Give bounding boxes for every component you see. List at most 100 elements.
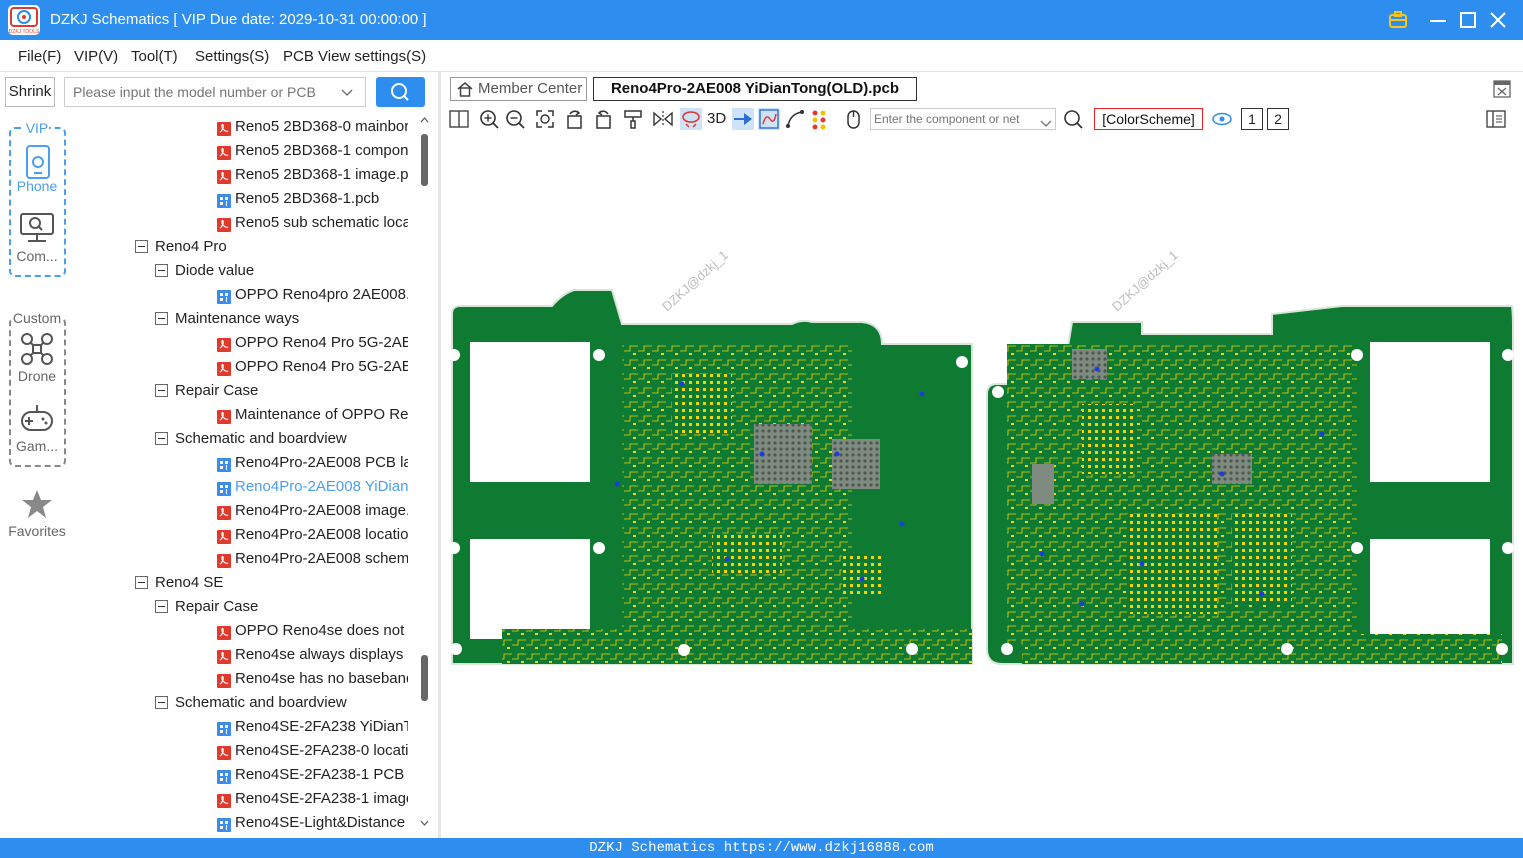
- collapse-toggle-icon[interactable]: [155, 600, 168, 613]
- line-tool-icon[interactable]: [784, 108, 806, 130]
- collapse-toggle-icon[interactable]: [155, 696, 168, 709]
- side-panel-icon[interactable]: [1485, 108, 1507, 130]
- title-bar: DZKJ TOOLS DZKJ Schematics [ VIP Due dat…: [0, 0, 1523, 40]
- pcb-canvas[interactable]: DZKJ@dzkj_1 DZKJ@dzkj_1: [442, 134, 1523, 838]
- tree-folder[interactable]: Schematic and boardview: [74, 427, 408, 451]
- sidebar-item-drone[interactable]: Drone: [0, 368, 74, 384]
- close-button[interactable]: [1486, 8, 1510, 32]
- tab-member-center[interactable]: Member Center: [450, 77, 587, 101]
- tree-file[interactable]: Reno4SE-2FA238-0 location.pdf: [74, 739, 408, 763]
- brush-icon[interactable]: [622, 108, 644, 130]
- pcb-view[interactable]: DZKJ@dzkj_1 DZKJ@dzkj_1: [442, 134, 1523, 838]
- pdf-file-icon: [217, 336, 231, 352]
- pcb-file-icon: [217, 480, 231, 496]
- tree-scrollbar[interactable]: [418, 112, 431, 838]
- arrow-icon[interactable]: [732, 108, 754, 130]
- tree-file[interactable]: OPPO Reno4se does not turn o: [74, 619, 408, 643]
- split-view-icon[interactable]: [448, 108, 470, 130]
- model-search-input[interactable]: [64, 77, 366, 107]
- zoom-in-icon[interactable]: [478, 108, 500, 130]
- pcb-board-right: [986, 305, 1514, 665]
- gamepad-icon[interactable]: [19, 402, 55, 439]
- tree-file[interactable]: OPPO Reno4 Pro 5G-2AE008 Lo: [74, 331, 408, 355]
- tree-file[interactable]: Reno4se always displays 1% cha: [74, 643, 408, 667]
- tree-file[interactable]: Reno4SE-Light&Distance Senso: [74, 811, 408, 835]
- close-tab-icon[interactable]: [1493, 80, 1511, 103]
- drone-icon[interactable]: [19, 332, 55, 371]
- pdf-file-icon: [217, 408, 231, 424]
- collapse-toggle-icon[interactable]: [155, 384, 168, 397]
- page-1-button[interactable]: 1: [1241, 108, 1263, 130]
- component-chevron-icon[interactable]: [1040, 115, 1052, 133]
- tree-folder[interactable]: Schematic and boardview: [74, 691, 408, 715]
- tree-file[interactable]: Reno4SE-2FA238-1 image.pdf: [74, 787, 408, 811]
- rotate-right-icon[interactable]: [592, 108, 614, 130]
- tree-file[interactable]: Reno5 2BD368-1 image.pdf: [74, 163, 408, 187]
- collapse-toggle-icon[interactable]: [155, 264, 168, 277]
- chevron-down-icon[interactable]: [340, 85, 354, 103]
- sidebar-item-favorites[interactable]: Favorites: [0, 523, 74, 539]
- tree-file[interactable]: Reno4Pro-2AE008 image.pdf: [74, 499, 408, 523]
- tree-folder[interactable]: Repair Case: [74, 595, 408, 619]
- search-button[interactable]: [376, 77, 425, 107]
- view-3d-toggle[interactable]: 3D: [707, 110, 726, 127]
- tree-file[interactable]: Reno4Pro-2AE008 location.pdf: [74, 523, 408, 547]
- menu-pcb-view-settings[interactable]: PCB View settings(S): [283, 48, 426, 65]
- tree-file[interactable]: OPPO Reno4pro 2AE008.pcb: [74, 283, 408, 307]
- panel-divider[interactable]: [438, 72, 441, 838]
- tree-file[interactable]: Reno4Pro-2AE008 PCB layer.pcl: [74, 451, 408, 475]
- shrink-button[interactable]: Shrink: [5, 77, 55, 107]
- search-icon[interactable]: [1062, 108, 1084, 130]
- rotate-left-icon[interactable]: [564, 108, 586, 130]
- tree-file[interactable]: Reno4se has no baseband.pdf: [74, 667, 408, 691]
- sidebar-item-game[interactable]: Gam...: [0, 438, 74, 454]
- tree-folder[interactable]: Reno4 SE: [74, 571, 408, 595]
- sidebar-item-phone[interactable]: Phone: [0, 178, 74, 194]
- tree-folder[interactable]: Reno4 Pro: [74, 235, 408, 259]
- pcb-file-icon: [217, 720, 231, 736]
- tree-file[interactable]: Reno4SE-2FA238 YiDianTong.p: [74, 715, 408, 739]
- tree-file[interactable]: Reno5 2BD368-0 mainbord ima: [74, 115, 408, 139]
- tree-folder[interactable]: Maintenance ways: [74, 307, 408, 331]
- tab-active-file[interactable]: Reno4Pro-2AE008 YiDianTong(OLD).pcb: [593, 77, 917, 101]
- computer-icon[interactable]: [19, 212, 55, 249]
- tree-file[interactable]: Reno4Pro-2AE008 schematic.pc: [74, 547, 408, 571]
- menu-tool[interactable]: Tool(T): [131, 48, 178, 65]
- net-highlight-icon[interactable]: [680, 108, 702, 130]
- mouse-icon[interactable]: [842, 108, 864, 130]
- star-icon[interactable]: [21, 489, 53, 524]
- menu-settings[interactable]: Settings(S): [195, 48, 269, 65]
- tree-file[interactable]: Reno4SE-2FA238-1 PCB layer.pc: [74, 763, 408, 787]
- tree-file[interactable]: Reno5 2BD368-1.pcb: [74, 187, 408, 211]
- pdf-file-icon: [217, 360, 231, 376]
- tree-file[interactable]: Reno5 2BD368-1 component ex: [74, 139, 408, 163]
- zoom-out-icon[interactable]: [504, 108, 526, 130]
- tree-file[interactable]: OPPO Reno4 Pro 5G-2AE008 Ph: [74, 355, 408, 379]
- tree-folder[interactable]: Diode value: [74, 259, 408, 283]
- tree-file[interactable]: Reno5 sub schematic location.p: [74, 211, 408, 235]
- tree-file[interactable]: Maintenance of OPPO Reno4 P: [74, 403, 408, 427]
- minimize-button[interactable]: [1426, 8, 1450, 32]
- component-search-input[interactable]: [870, 108, 1056, 130]
- collapse-toggle-icon[interactable]: [135, 576, 148, 589]
- collapse-toggle-icon[interactable]: [155, 312, 168, 325]
- tree-item-label: OPPO Reno4 Pro 5G-2AE008 Ph: [235, 358, 408, 375]
- collapse-toggle-icon[interactable]: [135, 240, 148, 253]
- fit-view-icon[interactable]: [534, 108, 556, 130]
- tree-folder[interactable]: Repair Case: [74, 379, 408, 403]
- maximize-button[interactable]: [1456, 8, 1480, 32]
- pads-icon[interactable]: [810, 108, 832, 130]
- sidebar-item-computer[interactable]: Com...: [0, 248, 74, 264]
- page-2-button[interactable]: 2: [1267, 108, 1289, 130]
- pdf-file-icon: [217, 744, 231, 760]
- collapse-toggle-icon[interactable]: [155, 432, 168, 445]
- menu-file[interactable]: File(F): [18, 48, 61, 65]
- menu-vip[interactable]: VIP(V): [74, 48, 118, 65]
- tree-file[interactable]: Reno4Pro-2AE008 YiDianTong(: [74, 475, 408, 499]
- briefcase-icon[interactable]: [1386, 8, 1410, 32]
- eye-icon[interactable]: [1211, 108, 1233, 130]
- color-scheme-button[interactable]: [ColorScheme]: [1094, 108, 1203, 130]
- mirror-icon[interactable]: [652, 108, 674, 130]
- file-tree: Reno5 2BD368-0 mainbord ima Reno5 2BD368-…: [74, 112, 430, 838]
- select-area-icon[interactable]: [758, 108, 780, 130]
